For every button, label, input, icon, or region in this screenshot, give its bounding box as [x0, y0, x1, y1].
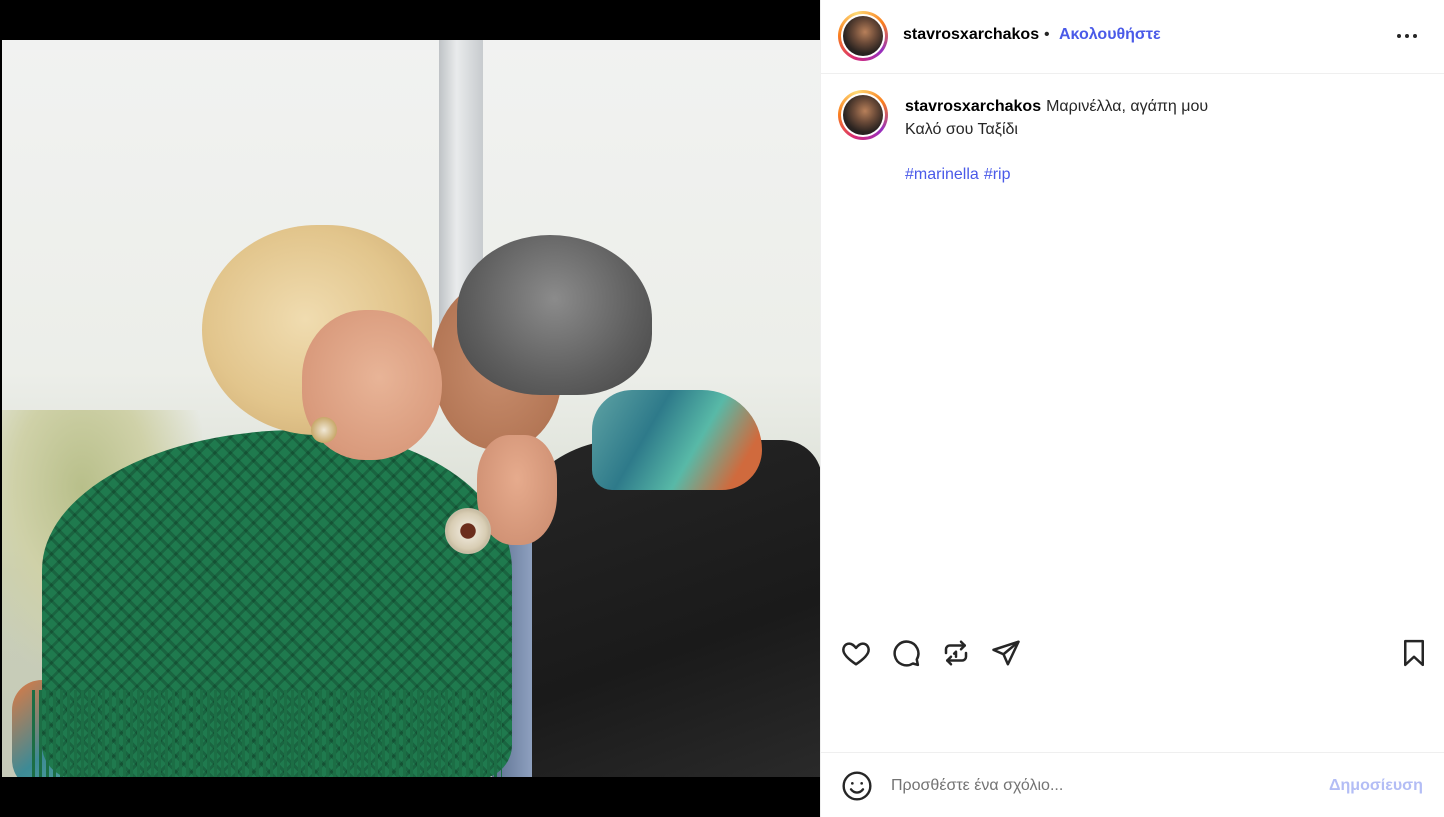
hashtag-link[interactable]: #rip: [984, 166, 1011, 183]
comment-bar: Δημοσίευση: [821, 752, 1444, 817]
caption-text: Μαρινέλλα, αγάπη μου: [1046, 98, 1209, 115]
action-bar: [821, 632, 1444, 676]
comment-input[interactable]: [891, 773, 1311, 799]
brooch: [445, 508, 491, 554]
shawl-fringe: [32, 690, 502, 777]
author-username[interactable]: stavrosxarchakos: [903, 26, 1039, 44]
caption-line-2: Καλό σου Ταξίδι: [905, 121, 1018, 138]
author-avatar[interactable]: [838, 11, 888, 61]
comment-icon[interactable]: [889, 636, 923, 670]
post-photo[interactable]: [2, 40, 820, 777]
post-side-panel: stavrosxarchakos • Ακολουθήστε stavrosxa…: [820, 0, 1444, 817]
separator-dot: •: [1044, 26, 1050, 43]
hashtag-link[interactable]: #marinella: [905, 166, 979, 183]
repost-icon[interactable]: [939, 636, 973, 670]
earring: [311, 417, 337, 443]
caption-avatar[interactable]: [838, 90, 888, 140]
follow-button[interactable]: Ακολουθήστε: [1059, 26, 1161, 44]
post-header: stavrosxarchakos • Ακολουθήστε: [821, 0, 1444, 74]
caption-line-1: stavrosxarchakos Μαρινέλλα, αγάπη μου: [905, 98, 1208, 116]
post-comment-button[interactable]: Δημοσίευση: [1329, 777, 1423, 795]
bookmark-icon[interactable]: [1397, 636, 1431, 670]
smiley-icon[interactable]: [841, 770, 873, 802]
caption-username[interactable]: stavrosxarchakos: [905, 98, 1041, 115]
more-options-icon[interactable]: [1397, 24, 1417, 48]
post-media: [0, 0, 820, 817]
man-hair: [457, 235, 652, 395]
woman-sleeve: [592, 390, 762, 490]
caption-hashtags: #marinella #rip: [905, 166, 1016, 184]
heart-icon[interactable]: [839, 636, 873, 670]
paper-plane-icon[interactable]: [989, 636, 1023, 670]
